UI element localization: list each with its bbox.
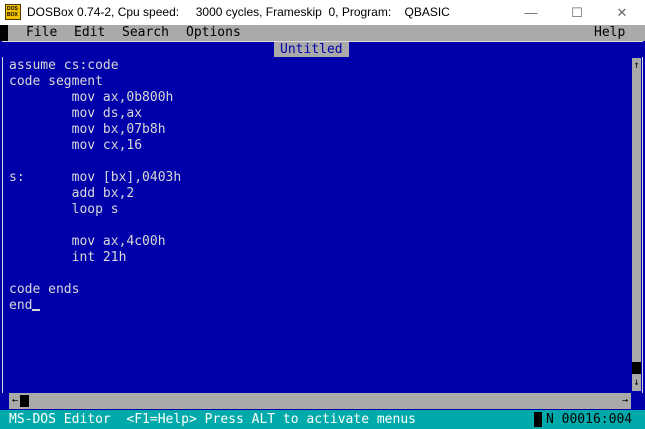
window-title: DOSBox 0.74-2, Cpu speed: 3000 cycles, F…	[27, 5, 450, 19]
code-line[interactable]	[9, 154, 629, 170]
code-line[interactable]	[9, 266, 629, 282]
dos-screen: File Edit Search Options Help Untitled a…	[0, 25, 645, 429]
editor-text-area[interactable]: assume cs:code code segment mov ax,0b800h…	[9, 58, 629, 390]
code-line[interactable]: code ends	[9, 282, 629, 298]
vertical-scrollbar[interactable]: ↑ ↓	[632, 58, 641, 391]
text-cursor	[32, 309, 41, 311]
code-line[interactable]: int 21h	[9, 250, 629, 266]
status-message: MS-DOS Editor <F1=Help> Press ALT to act…	[9, 412, 416, 427]
code-line[interactable]: s: mov [bx],0403h	[9, 170, 629, 186]
code-line[interactable]: mov bx,07b8h	[9, 122, 629, 138]
editor-frame-right	[642, 57, 643, 393]
horizontal-scroll-thumb[interactable]	[20, 395, 29, 407]
document-title: Untitled	[274, 42, 349, 57]
status-bar: MS-DOS Editor <F1=Help> Press ALT to act…	[0, 410, 645, 429]
code-line[interactable]: assume cs:code	[9, 58, 629, 74]
code-line[interactable]: mov ds,ax	[9, 106, 629, 122]
dosbox-icon: DOS BOX	[5, 4, 21, 20]
cursor-position: N 00016:004	[546, 412, 633, 427]
window-titlebar: DOS BOX DOSBox 0.74-2, Cpu speed: 3000 c…	[0, 0, 645, 26]
scroll-right-arrow-icon[interactable]: →	[620, 393, 630, 409]
menu-search[interactable]: Search	[122, 25, 169, 41]
minimize-button[interactable]: —	[508, 0, 554, 25]
editor-frame-left	[2, 57, 3, 393]
code-line[interactable]: loop s	[9, 202, 629, 218]
menu-edit[interactable]: Edit	[74, 25, 105, 41]
vertical-scroll-thumb[interactable]	[632, 362, 641, 374]
status-separator	[534, 412, 542, 427]
code-line[interactable]: code segment	[9, 74, 629, 90]
maximize-button[interactable]: ☐	[554, 0, 600, 25]
menu-file[interactable]: File	[26, 25, 57, 41]
menu-bar: File Edit Search Options Help	[0, 25, 645, 41]
code-line[interactable]	[9, 218, 629, 234]
code-line[interactable]: mov ax,0b800h	[9, 90, 629, 106]
menu-options[interactable]: Options	[186, 25, 241, 41]
code-line[interactable]: mov ax,4c00h	[9, 234, 629, 250]
scroll-left-arrow-icon[interactable]: ←	[10, 393, 20, 409]
code-line[interactable]: add bx,2	[9, 186, 629, 202]
menu-bar-cap	[0, 25, 8, 41]
scroll-down-arrow-icon[interactable]: ↓	[632, 377, 641, 389]
menu-help[interactable]: Help	[594, 25, 625, 41]
close-button[interactable]: ✕	[599, 0, 645, 25]
scroll-up-arrow-icon[interactable]: ↑	[632, 60, 641, 72]
code-line[interactable]: end	[9, 298, 629, 314]
code-line[interactable]: mov cx,16	[9, 138, 629, 154]
horizontal-scrollbar[interactable]: ← →	[9, 393, 631, 409]
